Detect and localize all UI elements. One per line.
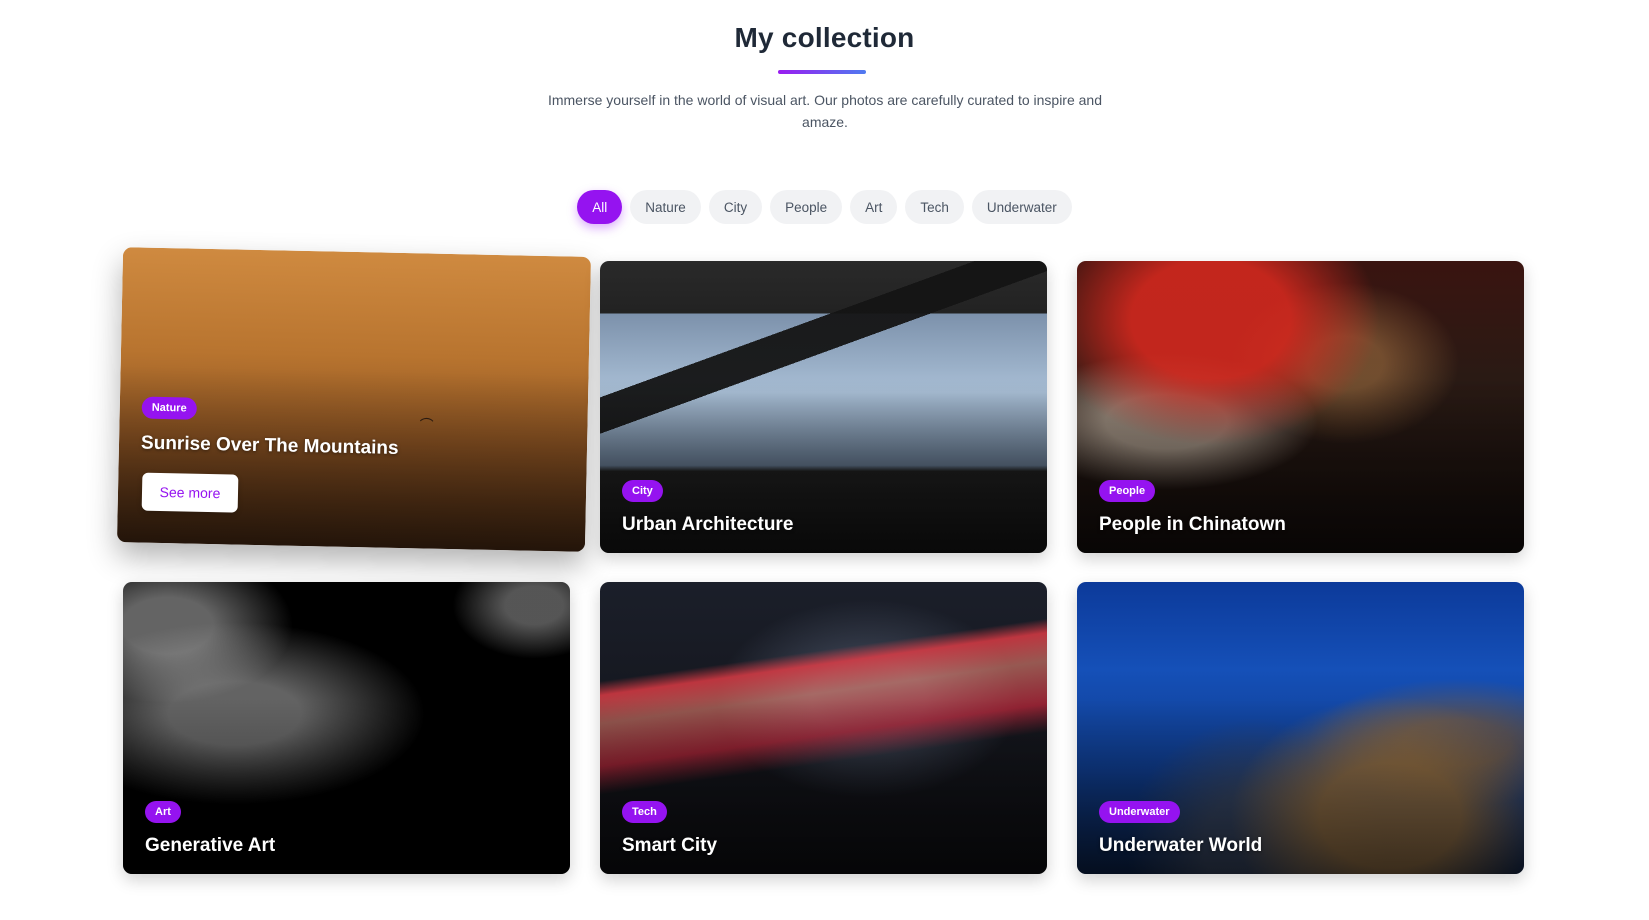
filter-city-button[interactable]: City: [708, 190, 763, 224]
see-more-button[interactable]: See more: [141, 472, 239, 513]
card-title: Urban Architecture: [622, 514, 794, 535]
photo-card-underwater[interactable]: Underwater Underwater World: [1077, 582, 1524, 874]
card-title: Generative Art: [145, 835, 276, 856]
photo-card-generative-art[interactable]: Art Generative Art: [123, 582, 570, 874]
page-subtitle: Immerse yourself in the world of visual …: [547, 92, 1103, 130]
category-badge: City: [622, 480, 663, 502]
filter-underwater-button[interactable]: Underwater: [971, 190, 1072, 224]
card-title: Smart City: [622, 835, 718, 856]
category-badge: Art: [145, 801, 181, 823]
filter-nature-button[interactable]: Nature: [630, 190, 701, 224]
filter-people-button[interactable]: People: [770, 190, 843, 224]
category-badge: Underwater: [1099, 801, 1180, 823]
photo-card-chinatown[interactable]: People People in Chinatown: [1077, 261, 1524, 553]
category-badge: Nature: [141, 396, 197, 420]
card-overlay: [123, 582, 570, 874]
card-overlay: [1077, 582, 1524, 874]
card-overlay: [1077, 261, 1524, 553]
card-overlay: [600, 582, 1047, 874]
card-title: Underwater World: [1099, 835, 1263, 856]
photo-card-urban[interactable]: City Urban Architecture: [600, 261, 1047, 553]
filter-art-button[interactable]: Art: [850, 190, 898, 224]
bird-icon: ︵: [419, 407, 434, 424]
title-underline: [778, 70, 866, 74]
category-badge: People: [1099, 480, 1156, 502]
filter-bar: All Nature City People Art Tech Underwat…: [0, 190, 1649, 224]
filter-tech-button[interactable]: Tech: [905, 190, 964, 224]
photo-card-sunrise[interactable]: ︵ Nature Sunrise Over The Mountains See …: [116, 247, 592, 552]
photo-card-smart-city[interactable]: Tech Smart City: [600, 582, 1047, 874]
card-overlay: [600, 261, 1047, 553]
category-badge: Tech: [622, 801, 667, 823]
card-title: People in Chinatown: [1099, 514, 1286, 535]
page-title: My collection: [734, 22, 915, 53]
filter-all-button[interactable]: All: [577, 190, 623, 224]
collection-page: My collection Immerse yourself in the wo…: [0, 0, 1649, 920]
